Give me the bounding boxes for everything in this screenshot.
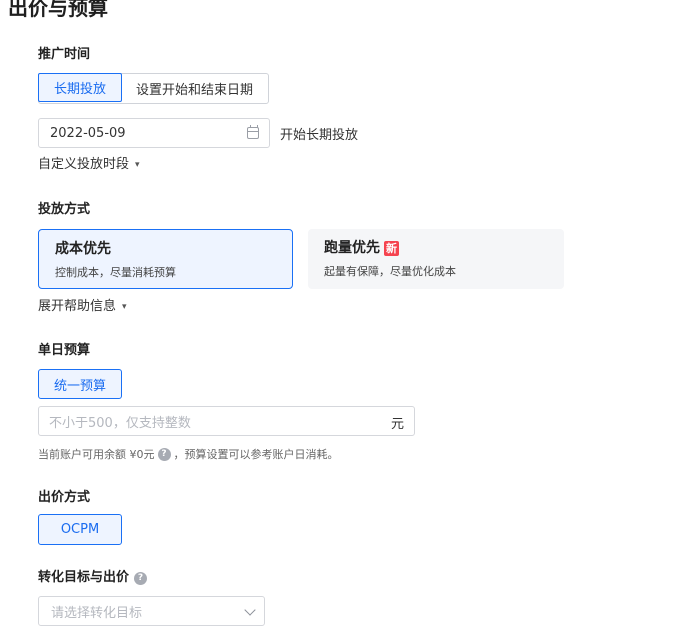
unified-budget-button[interactable]: 统一预算 [38, 369, 122, 399]
card-title: 跑量优先 新 [324, 238, 548, 258]
card-title-text: 成本优先 [55, 241, 111, 257]
custom-time-toggle[interactable]: 自定义投放时段 ▾︎ [38, 156, 140, 174]
volume-priority-card[interactable]: 跑量优先 新 起量有保障，尽量优化成本 [308, 229, 564, 289]
hint-prefix: 当前账户可用余额 ¥0元 [38, 448, 155, 461]
double-chevron-down-icon: ▾︎ [122, 301, 127, 312]
budget-input[interactable]: 不小于500，仅支持整数 元 [38, 406, 415, 436]
custom-time-label: 自定义投放时段 [38, 157, 130, 172]
budget-unit: 元 [390, 417, 404, 432]
schedule-type-toggle: 长期投放 设置开始和结束日期 [38, 73, 269, 104]
long-term-option[interactable]: 长期投放 [38, 73, 122, 102]
question-circle-icon[interactable]: ? [134, 571, 148, 585]
card-title: 成本优先 [55, 239, 276, 259]
budget-section-title: 单日预算 [38, 343, 91, 358]
bidding-section-title: 出价方式 [38, 490, 91, 505]
conversion-section-title: 转化目标与出价 ? [38, 569, 148, 587]
start-date-value: 2022-05-09 [50, 125, 126, 141]
conversion-goal-select[interactable]: 请选择转化目标 [38, 596, 265, 626]
date-range-option[interactable]: 设置开始和结束日期 [121, 74, 268, 103]
page-title: 出价与预算 [8, 0, 108, 20]
card-desc: 起量有保障，尽量优化成本 [324, 265, 456, 278]
start-date-suffix: 开始长期投放 [280, 128, 359, 143]
chevron-down-icon [244, 604, 256, 616]
delivery-section-title: 投放方式 [38, 202, 91, 217]
new-badge: 新 [384, 240, 399, 256]
conversion-title-text: 转化目标与出价 [38, 570, 130, 585]
cost-priority-card[interactable]: 成本优先 控制成本，尽量消耗预算 [38, 229, 293, 289]
card-title-text: 跑量优先 [324, 240, 380, 256]
budget-hint: 当前账户可用余额 ¥0元 ? ，预算设置可以参考账户日消耗。 [38, 447, 339, 462]
ocpm-button[interactable]: OCPM [38, 514, 122, 545]
double-chevron-down-icon: ▾︎ [135, 159, 140, 170]
question-circle-icon[interactable]: ? [157, 448, 171, 461]
start-date-input[interactable]: 2022-05-09 [38, 118, 270, 148]
conversion-placeholder: 请选择转化目标 [51, 605, 143, 621]
card-desc: 控制成本，尽量消耗预算 [55, 266, 176, 279]
help-info-label: 展开帮助信息 [38, 299, 117, 314]
help-info-toggle[interactable]: 展开帮助信息 ▾︎ [38, 298, 127, 316]
schedule-section-title: 推广时间 [38, 47, 91, 62]
hint-suffix: ，预算设置可以参考账户日消耗。 [173, 448, 339, 461]
budget-placeholder: 不小于500，仅支持整数 [49, 415, 191, 431]
calendar-icon [247, 125, 259, 139]
